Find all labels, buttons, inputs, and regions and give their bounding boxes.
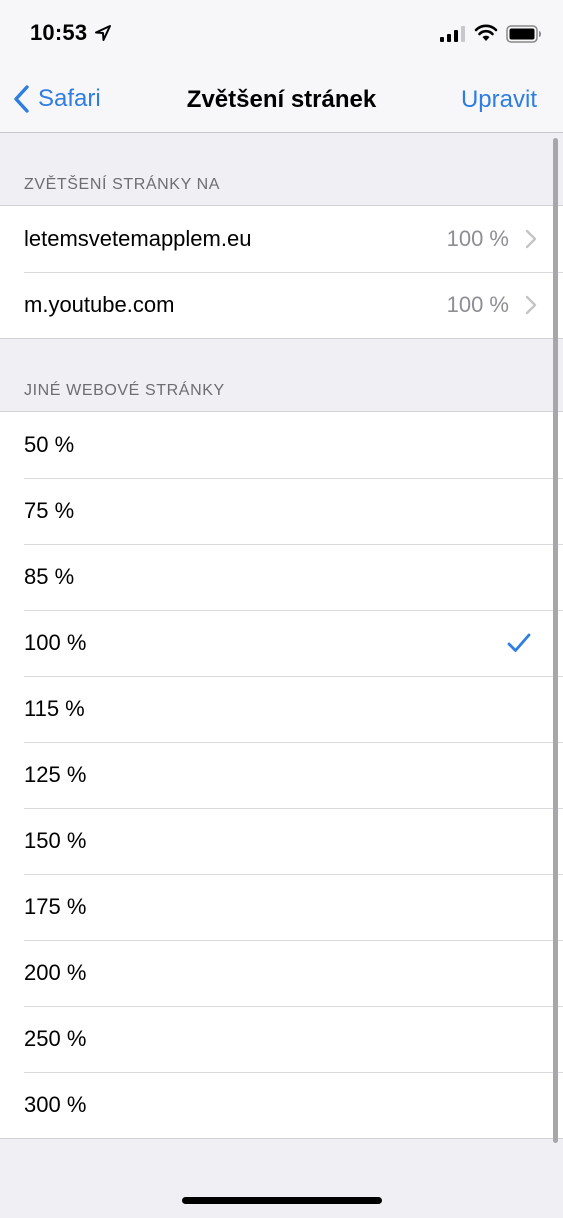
section-header-other-sites: JINÉ WEBOVÉ STRÁNKY xyxy=(24,382,225,399)
wifi-icon xyxy=(474,24,498,41)
zoom-option-row[interactable]: 175 % xyxy=(0,874,563,940)
site-row[interactable]: letemsvetemapplem.eu 100 % xyxy=(0,206,563,272)
zoom-option-row[interactable]: 75 % xyxy=(0,478,563,544)
zoom-option-row[interactable]: 300 % xyxy=(0,1072,563,1138)
zoom-option-row[interactable]: 250 % xyxy=(0,1006,563,1072)
zoom-option-row[interactable]: 50 % xyxy=(0,412,563,478)
site-zoom-value: 100 % xyxy=(446,226,509,251)
zoom-option-label: 50 % xyxy=(24,432,75,457)
zoom-option-label: 200 % xyxy=(24,960,87,985)
location-arrow-icon xyxy=(95,25,111,41)
zoom-option-label: 125 % xyxy=(24,762,87,787)
cellular-signal-icon xyxy=(440,26,465,42)
navigation-bar: Safari Zvětšení stránek Upravit xyxy=(0,66,563,133)
zoom-options-list: 50 % 75 % 85 % 100 % 115 % 125 % 150 % 1… xyxy=(0,411,563,1139)
zoom-option-row[interactable]: 125 % xyxy=(0,742,563,808)
checkmark-icon xyxy=(507,633,531,652)
zoom-option-label: 250 % xyxy=(24,1026,87,1051)
zoom-option-label: 300 % xyxy=(24,1092,87,1117)
battery-icon xyxy=(506,25,541,43)
home-indicator[interactable] xyxy=(182,1197,382,1204)
zoom-option-label: 75 % xyxy=(24,498,75,523)
zoom-option-row[interactable]: 150 % xyxy=(0,808,563,874)
edit-button[interactable]: Upravit xyxy=(461,86,537,114)
site-name: m.youtube.com xyxy=(24,292,175,317)
section-header-sites: ZVĚTŠENÍ STRÁNKY NA xyxy=(24,176,221,193)
site-row[interactable]: m.youtube.com 100 % xyxy=(0,272,563,338)
zoom-option-label: 100 % xyxy=(24,630,87,655)
zoom-option-label: 115 % xyxy=(24,696,85,721)
zoom-option-label: 150 % xyxy=(24,828,87,853)
zoom-option-row[interactable]: 115 % xyxy=(0,676,563,742)
chevron-right-icon xyxy=(525,295,537,315)
zoom-option-row[interactable]: 200 % xyxy=(0,940,563,1006)
zoom-option-label: 175 % xyxy=(24,894,87,919)
scroll-indicator[interactable] xyxy=(553,138,558,1143)
sites-list: letemsvetemapplem.eu 100 % m.youtube.com… xyxy=(0,205,563,339)
zoom-option-row[interactable]: 85 % xyxy=(0,544,563,610)
zoom-option-label: 85 % xyxy=(24,564,75,589)
site-name: letemsvetemapplem.eu xyxy=(24,226,252,251)
chevron-right-icon xyxy=(525,229,537,249)
status-bar: 10:53 xyxy=(0,0,563,66)
site-zoom-value: 100 % xyxy=(446,292,509,317)
status-time: 10:53 xyxy=(30,20,88,45)
zoom-option-row-selected[interactable]: 100 % xyxy=(0,610,563,676)
